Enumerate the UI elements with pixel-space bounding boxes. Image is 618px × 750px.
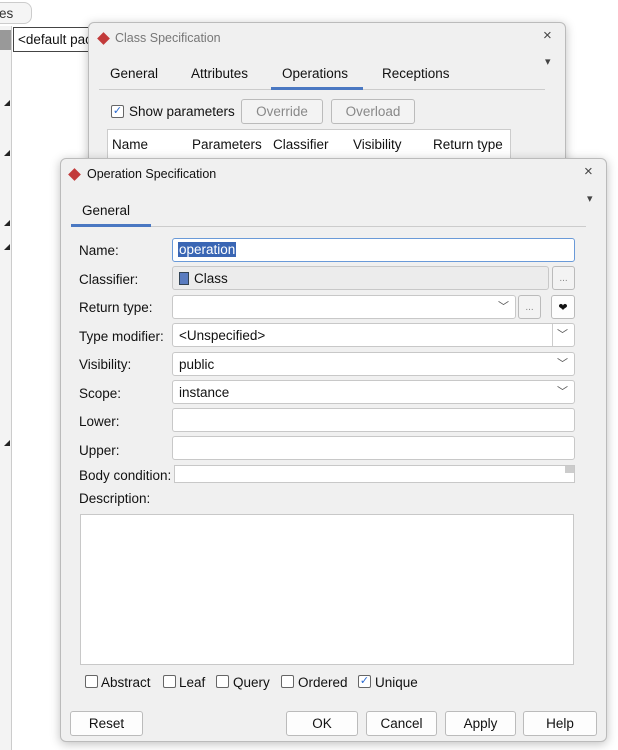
scope-label: Scope: xyxy=(79,386,121,401)
leaf-checkbox[interactable] xyxy=(163,675,176,688)
close-icon[interactable]: × xyxy=(543,27,552,44)
abstract-checkbox[interactable] xyxy=(85,675,98,688)
type-modifier-label: Type modifier: xyxy=(79,329,164,344)
leaf-label: Leaf xyxy=(179,675,205,690)
visibility-select[interactable]: public﹀ xyxy=(172,352,575,376)
expand-icon[interactable] xyxy=(4,220,10,226)
cancel-button[interactable]: Cancel xyxy=(366,711,437,736)
dialog-title: Class Specification xyxy=(115,31,221,45)
classifier-value: Class xyxy=(194,271,228,286)
help-button[interactable]: Help xyxy=(523,711,597,736)
dialog-title: Operation Specification xyxy=(87,167,216,181)
column-header[interactable]: Return type xyxy=(433,137,503,152)
type-modifier-select[interactable]: <Unspecified>﹀ xyxy=(172,323,575,347)
show-parameters-label: Show parameters xyxy=(129,104,235,119)
tab-general[interactable]: General xyxy=(82,203,130,218)
ordered-checkbox[interactable] xyxy=(281,675,294,688)
query-checkbox[interactable] xyxy=(216,675,229,688)
unique-checkbox[interactable]: ✓ xyxy=(358,675,371,688)
visibility-label: Visibility: xyxy=(79,357,131,372)
column-header[interactable]: Visibility xyxy=(353,137,402,152)
classifier-field: Class xyxy=(172,266,549,290)
close-icon[interactable]: × xyxy=(584,163,593,180)
name-input[interactable]: operation xyxy=(172,238,575,262)
upper-label: Upper: xyxy=(79,443,120,458)
operation-specification-dialog: Operation Specification × General ▾ Name… xyxy=(60,158,607,742)
breadcrumb[interactable]: es xyxy=(0,2,32,24)
description-textarea[interactable] xyxy=(80,514,574,665)
scrollbar[interactable] xyxy=(565,466,574,473)
upper-input[interactable] xyxy=(172,436,575,460)
column-header[interactable]: Name xyxy=(112,137,148,152)
chevron-down-icon: ﹀ xyxy=(557,355,568,371)
override-button[interactable]: Override xyxy=(241,99,323,124)
name-value: operation xyxy=(178,242,236,257)
tab-attributes[interactable]: Attributes xyxy=(191,66,248,81)
overload-button[interactable]: Overload xyxy=(331,99,415,124)
name-label: Name: xyxy=(79,243,119,258)
tab-general[interactable]: General xyxy=(110,66,158,81)
body-condition-label: Body condition: xyxy=(79,468,171,483)
return-type-label: Return type: xyxy=(79,300,153,315)
reset-button[interactable]: Reset xyxy=(70,711,143,736)
lower-label: Lower: xyxy=(79,414,120,429)
query-label: Query xyxy=(233,675,270,690)
app-logo-icon xyxy=(97,32,110,45)
tree-node-icon xyxy=(0,30,11,50)
abstract-label: Abstract xyxy=(101,675,151,690)
column-header[interactable]: Classifier xyxy=(273,137,329,152)
body-condition-input[interactable] xyxy=(174,465,575,483)
apply-button[interactable]: Apply xyxy=(445,711,516,736)
tab-receptions[interactable]: Receptions xyxy=(382,66,450,81)
scope-select[interactable]: instance﹀ xyxy=(172,380,575,404)
chevron-down-icon: ﹀ xyxy=(557,326,568,342)
column-header[interactable]: Parameters xyxy=(192,137,262,152)
chevron-down-icon: ﹀ xyxy=(557,383,568,399)
description-label: Description: xyxy=(79,491,150,506)
tab-operations[interactable]: Operations xyxy=(282,66,348,81)
ordered-label: Ordered xyxy=(298,675,348,690)
classifier-label: Classifier: xyxy=(79,272,138,287)
return-type-browse-button[interactable]: ... xyxy=(518,295,541,319)
expand-icon[interactable] xyxy=(4,100,10,106)
heart-icon[interactable]: ❤ xyxy=(551,295,575,319)
more-tabs-icon[interactable]: ▾ xyxy=(587,192,593,205)
expand-icon[interactable] xyxy=(4,150,10,156)
chevron-down-icon: ﹀ xyxy=(498,298,509,314)
app-logo-icon xyxy=(68,168,81,181)
show-parameters-checkbox[interactable]: ✓ xyxy=(111,105,124,118)
unique-label: Unique xyxy=(375,675,418,690)
more-tabs-icon[interactable]: ▾ xyxy=(545,55,551,68)
lower-input[interactable] xyxy=(172,408,575,432)
expand-icon[interactable] xyxy=(4,244,10,250)
ok-button[interactable]: OK xyxy=(286,711,358,736)
expand-icon[interactable] xyxy=(4,440,10,446)
return-type-select[interactable]: ﹀ xyxy=(172,295,516,319)
classifier-browse-button[interactable]: ... xyxy=(552,266,575,290)
left-tree-strip xyxy=(0,26,12,750)
class-icon xyxy=(179,272,189,285)
